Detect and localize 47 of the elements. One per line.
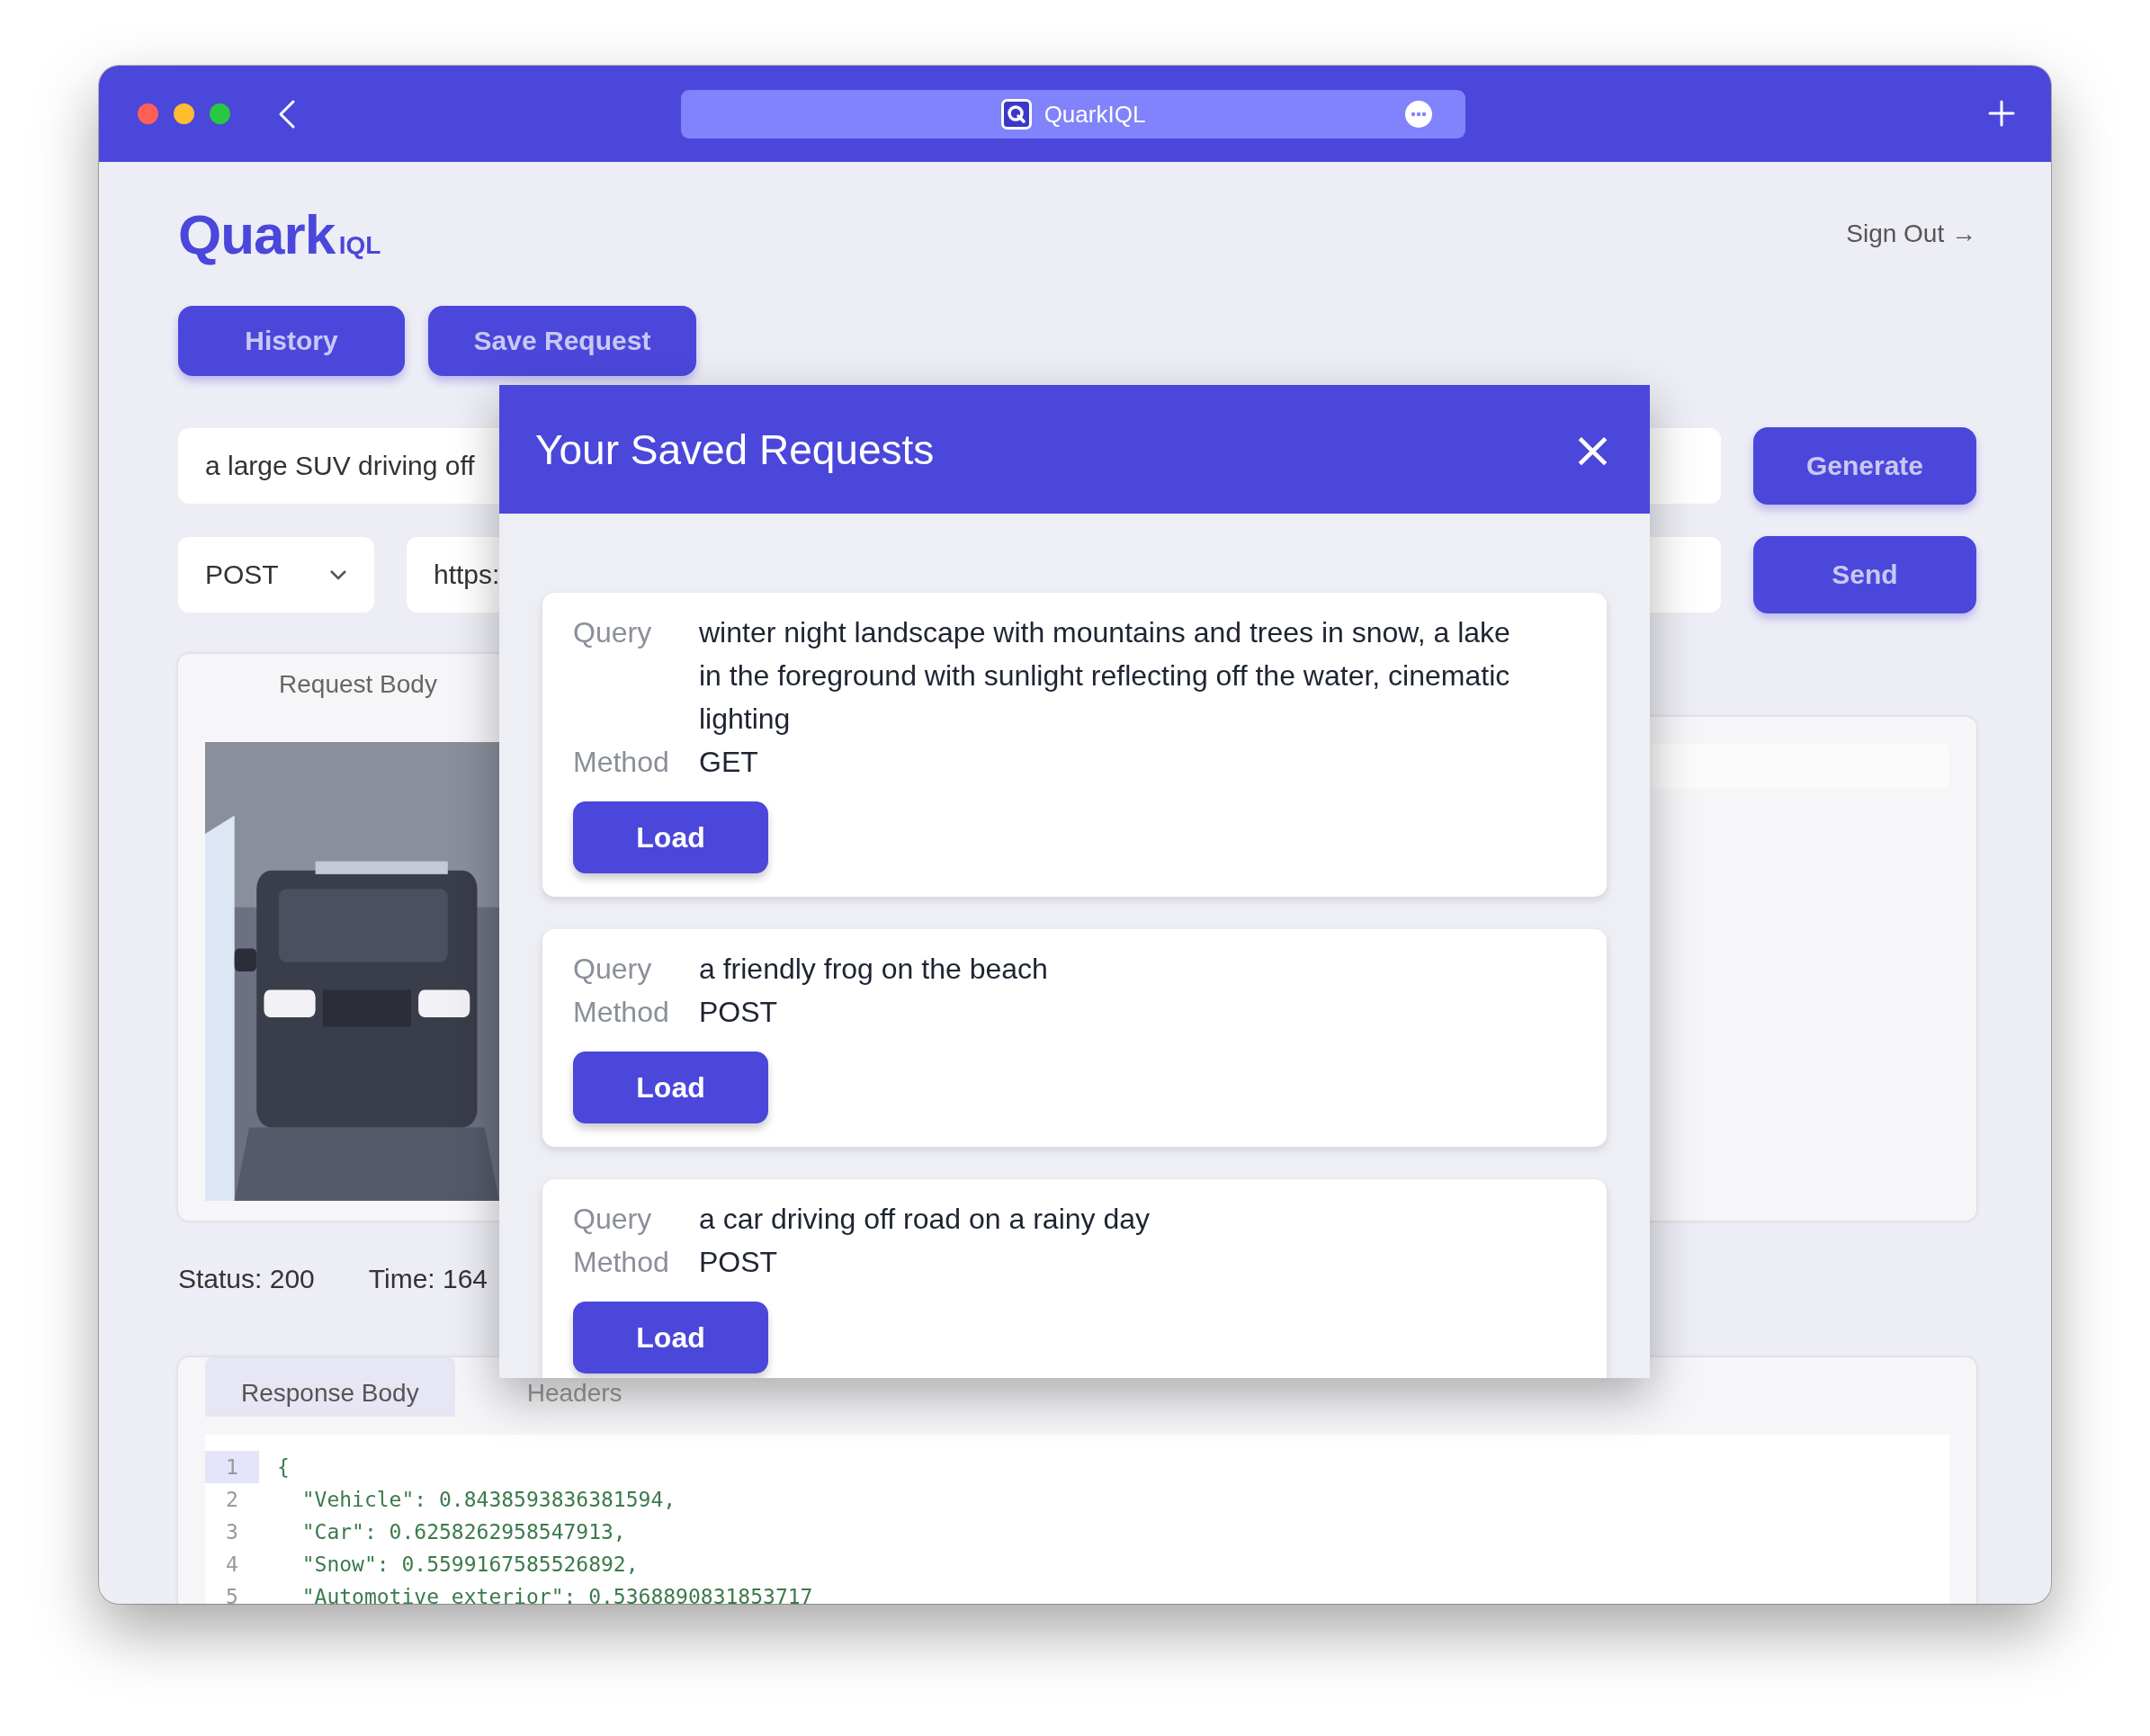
save-request-button[interactable]: Save Request xyxy=(428,306,696,376)
send-button[interactable]: Send xyxy=(1753,536,1976,613)
close-window-button[interactable] xyxy=(138,103,158,124)
load-button[interactable]: Load xyxy=(573,1051,768,1123)
method-text: POST xyxy=(699,995,779,1030)
method-label: Method xyxy=(573,1245,670,1280)
new-tab-icon[interactable] xyxy=(1988,100,2015,127)
code-line: "Automotive exterior": 0.5368890831853717 xyxy=(300,1584,813,1604)
line-number: 5 xyxy=(225,1584,239,1604)
address-bar[interactable]: QuarkIQL xyxy=(681,90,1465,139)
query-label: Query xyxy=(573,952,653,987)
minimize-window-button[interactable] xyxy=(174,103,194,124)
method-text: POST xyxy=(699,1245,779,1280)
line-number: 1 xyxy=(205,1451,259,1483)
line-number: 4 xyxy=(225,1552,239,1578)
dialog-title: Your Saved Requests xyxy=(535,425,935,474)
code-line: { xyxy=(277,1454,290,1481)
more-icon[interactable] xyxy=(1404,100,1433,129)
window-title: QuarkIQL xyxy=(1044,100,1146,129)
query-label: Query xyxy=(573,1202,653,1237)
sign-out-link[interactable]: Sign Out → xyxy=(1846,219,1976,248)
response-body-tab[interactable]: Response Body xyxy=(205,1357,455,1417)
status-text: Time: 164 xyxy=(368,1264,488,1294)
generate-button[interactable]: Generate xyxy=(1753,427,1976,505)
line-number: 2 xyxy=(225,1487,239,1513)
line-number: 3 xyxy=(225,1519,239,1545)
code-line: "Vehicle": 0.8438593836381594, xyxy=(300,1487,676,1513)
load-button[interactable]: Load xyxy=(573,1302,768,1374)
code-line: "Car": 0.6258262958547913, xyxy=(300,1519,626,1545)
method-label: Method xyxy=(573,745,670,780)
back-icon[interactable] xyxy=(277,98,297,130)
query-text: a car driving off road on a rainy day xyxy=(699,1202,1151,1237)
load-button[interactable]: Load xyxy=(573,801,768,873)
code-line: "Snow": 0.5599167585526892, xyxy=(300,1552,639,1578)
site-icon xyxy=(1000,99,1032,130)
method-text: GET xyxy=(699,745,759,780)
chevron-down-icon xyxy=(329,569,347,580)
method-select[interactable]: POST xyxy=(178,537,374,613)
query-text: winter night landscape with mountains and trees in snow, a lake in the foreground with sunlight reflecting off the water, cinematic lighting xyxy=(699,615,1511,737)
query-label: Query xyxy=(573,615,653,650)
zoom-window-button[interactable] xyxy=(210,103,230,124)
query-text: a friendly frog on the beach xyxy=(699,952,1049,987)
logo: QuarkIQL xyxy=(178,201,381,266)
status-text: Status: 200 xyxy=(178,1264,315,1294)
method-label: Method xyxy=(573,995,670,1030)
history-button[interactable]: History xyxy=(178,306,405,376)
close-button[interactable]: × xyxy=(1572,424,1614,475)
